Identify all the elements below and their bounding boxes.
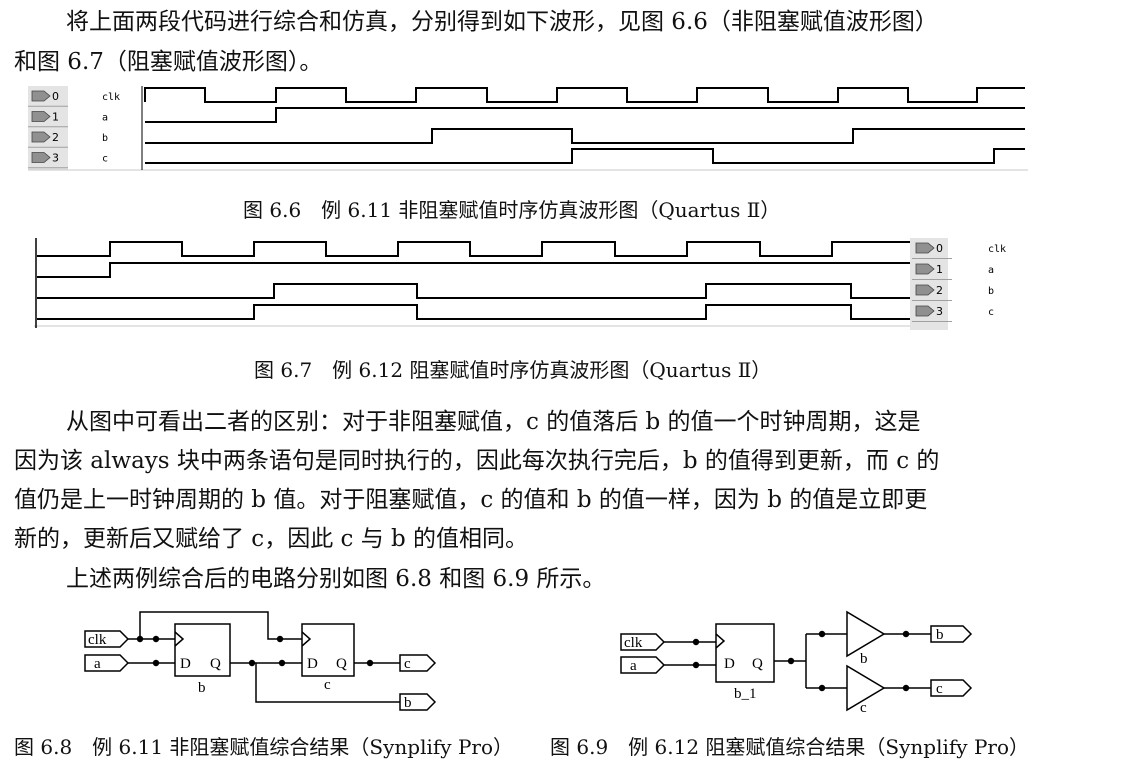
- paragraph-2-line-2: 因为该 always 块中两条语句是同时执行的，因此每次执行完后，b 的值得到更…: [14, 448, 940, 474]
- fig69-buffer-c-label: c: [860, 700, 867, 716]
- fig67-signal-name: a: [988, 265, 994, 276]
- fig68-circuit: clk a c b D Q b D Q c: [84, 611, 437, 711]
- fig67-signal-name: clk: [988, 244, 1006, 255]
- fig69-ff-name: b_1: [734, 686, 757, 702]
- paragraph-2-line-1: 从图中可看出二者的区别：对于非阻塞赋值，c 的值落后 b 的值一个时钟周期，这是: [66, 409, 921, 435]
- fig66-wave-c: [145, 148, 1025, 164]
- fig68-caption: 图 6.8 例 6.11 非阻塞赋值综合结果（Synplify Pro）: [14, 735, 514, 759]
- fig68-port-a-label: a: [94, 656, 101, 672]
- fig68-ff2-d: D: [307, 656, 318, 672]
- fig68-port-clk-label: clk: [88, 632, 107, 648]
- fig69-buffer-b: [846, 610, 886, 658]
- fig68-ff1-d: D: [180, 656, 191, 672]
- fig67-signal-name: c: [988, 307, 994, 318]
- fig66-wave-b: [145, 128, 1025, 144]
- fig67-caption: 图 6.7 例 6.12 阻塞赋值时序仿真波形图（Quartus Ⅱ）: [254, 358, 772, 382]
- fig67-wave-b: [37, 283, 910, 299]
- fig67-wave-a: [37, 262, 910, 278]
- fig67-signal-index: 1: [936, 263, 943, 276]
- fig69-port-clk-label: clk: [624, 635, 643, 651]
- paragraph-3-line-1: 上述两例综合后的电路分别如图 6.8 和图 6.9 所示。: [66, 566, 606, 592]
- paragraph-2-line-3: 值仍是上一时钟周期的 b 值。对于阻塞赋值，c 的值和 b 的值一样，因为 b …: [14, 487, 928, 513]
- fig68-port-b-label: b: [404, 695, 412, 711]
- fig68-port-c-label: c: [404, 656, 411, 672]
- fig69-caption: 图 6.9 例 6.12 阻塞赋值综合结果（Synplify Pro）: [550, 735, 1030, 759]
- fig66-signal-index: 3: [52, 152, 59, 165]
- fig67-signal-name: b: [988, 286, 994, 297]
- fig66-signal-name: clk: [102, 92, 120, 103]
- fig69-circuit: clk a b c D Q b_1 b c: [620, 610, 973, 716]
- fig68-ff1-q: Q: [210, 656, 221, 672]
- paragraph-2-line-4: 新的，更新后又赋给了 c，因此 c 与 b 的值相同。: [14, 526, 529, 552]
- fig67-wave-clk: [37, 241, 910, 257]
- paragraph-1-line-2: 和图 6.7（阻塞赋值波形图）。: [14, 49, 323, 75]
- fig68-port-a: [84, 654, 130, 672]
- fig66-signal-index: 2: [52, 131, 59, 144]
- fig67-wave-c: [37, 304, 910, 320]
- fig66-wave-a: [145, 107, 1025, 123]
- fig66-waveform: 0 clk 1 a 2 b 3 c: [28, 86, 1028, 171]
- fig68-ff1-name: b: [198, 680, 206, 696]
- fig69-ff-q: Q: [752, 656, 763, 672]
- fig69-ff-d: D: [724, 656, 735, 672]
- fig67-waveform: 0 clk 1 a 2 b 3 c: [34, 238, 1006, 330]
- fig68-ff2-name: c: [324, 677, 331, 693]
- fig69-port-a: [620, 656, 666, 674]
- fig69-ff-b1: [715, 623, 775, 683]
- fig69-port-a-label: a: [630, 658, 637, 674]
- fig66-signal-index: 0: [52, 90, 59, 103]
- fig66-signal-name: a: [102, 113, 108, 124]
- fig69-port-b-label: b: [936, 627, 944, 643]
- fig69-buffer-b-label: b: [860, 651, 868, 667]
- fig67-signal-index: 0: [936, 242, 943, 255]
- fig67-signal-index: 3: [936, 305, 943, 318]
- fig66-signal-index: 1: [52, 111, 59, 124]
- fig68-ff2-q: Q: [336, 656, 347, 672]
- paragraph-1-line-1: 将上面两段代码进行综合和仿真，分别得到如下波形，见图 6.6（非阻塞赋值波形图）: [66, 9, 938, 35]
- fig66-signal-name: c: [102, 154, 108, 165]
- fig66-wave-clk: [144, 87, 1025, 103]
- fig67-signal-index: 2: [936, 284, 943, 297]
- fig66-caption: 图 6.6 例 6.11 非阻塞赋值时序仿真波形图（Quartus Ⅱ）: [243, 198, 781, 222]
- fig69-port-c-label: c: [936, 681, 943, 697]
- fig66-signal-name: b: [102, 133, 108, 144]
